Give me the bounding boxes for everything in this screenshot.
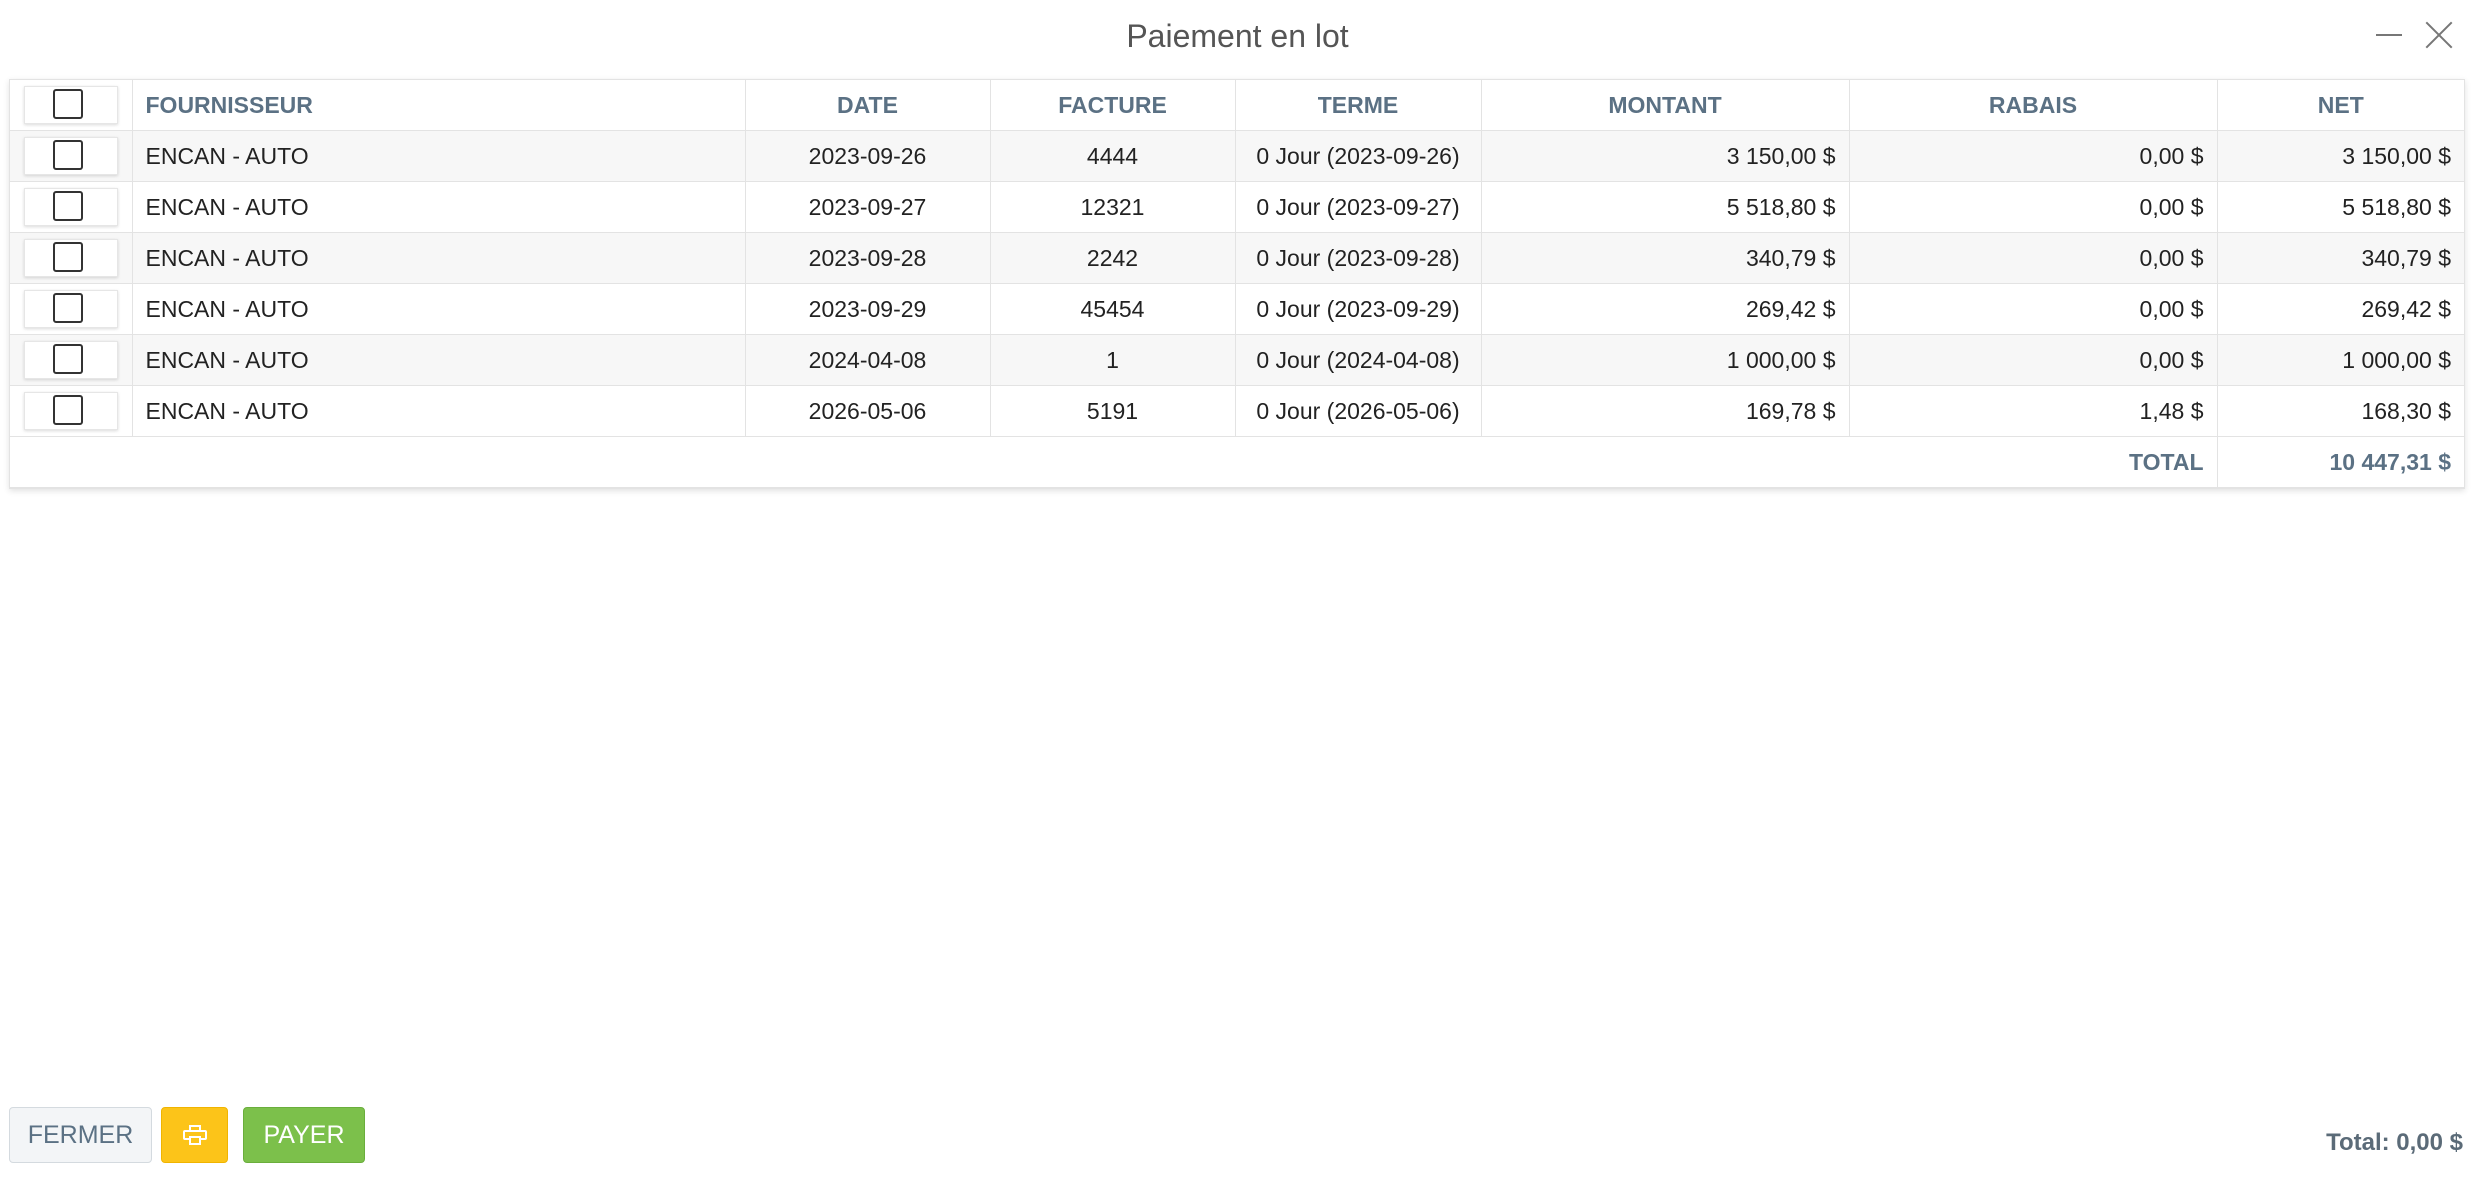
cell-supplier: ENCAN - AUTO bbox=[132, 130, 746, 182]
row-checkbox[interactable] bbox=[52, 140, 83, 170]
cell-net: 3 150,00 $ bbox=[2217, 130, 2464, 182]
cell-invoice: 45454 bbox=[990, 283, 1236, 335]
invoice-grid: FOURNISSEUR DATE FACTURE TERME MONTANT R… bbox=[9, 79, 2465, 489]
table-header-row: FOURNISSEUR DATE FACTURE TERME MONTANT R… bbox=[10, 80, 2464, 131]
cell-invoice: 5191 bbox=[990, 385, 1236, 437]
print-button[interactable] bbox=[161, 1107, 228, 1163]
total-spacer bbox=[10, 436, 1849, 488]
table-row[interactable]: ENCAN - AUTO 2023-09-29 45454 0 Jour (20… bbox=[10, 283, 2464, 335]
select-all-checkbox[interactable] bbox=[52, 89, 83, 119]
close-button[interactable]: FERMER bbox=[9, 1107, 152, 1163]
table-row[interactable]: ENCAN - AUTO 2023-09-27 12321 0 Jour (20… bbox=[10, 181, 2464, 233]
printer-icon bbox=[182, 1125, 207, 1145]
cell-date: 2023-09-28 bbox=[745, 232, 991, 284]
grand-total: Total: 0,00 $ bbox=[2326, 1129, 2463, 1156]
cell-supplier: ENCAN - AUTO bbox=[132, 334, 746, 386]
cell-amount: 169,78 $ bbox=[1481, 385, 1850, 437]
table-row[interactable]: ENCAN - AUTO 2024-04-08 1 0 Jour (2024-0… bbox=[10, 334, 2464, 386]
minimize-icon[interactable] bbox=[2376, 34, 2402, 36]
row-checkbox-holder bbox=[23, 137, 118, 175]
cell-supplier: ENCAN - AUTO bbox=[132, 283, 746, 335]
row-checkbox[interactable] bbox=[52, 242, 83, 272]
invoice-table: FOURNISSEUR DATE FACTURE TERME MONTANT R… bbox=[10, 80, 2464, 488]
row-checkbox[interactable] bbox=[52, 395, 83, 425]
cell-supplier: ENCAN - AUTO bbox=[132, 385, 746, 437]
row-select-cell bbox=[10, 385, 133, 437]
cell-invoice: 2242 bbox=[990, 232, 1236, 284]
row-select-cell bbox=[10, 232, 133, 284]
column-header-invoice[interactable]: FACTURE bbox=[990, 80, 1236, 131]
cell-term: 0 Jour (2023-09-28) bbox=[1235, 232, 1482, 284]
column-header-term[interactable]: TERME bbox=[1235, 80, 1482, 131]
cell-term: 0 Jour (2026-05-06) bbox=[1235, 385, 1482, 437]
cell-date: 2023-09-27 bbox=[745, 181, 991, 233]
cell-supplier: ENCAN - AUTO bbox=[132, 181, 746, 233]
cell-term: 0 Jour (2024-04-08) bbox=[1235, 334, 1482, 386]
cell-discount: 0,00 $ bbox=[1849, 130, 2218, 182]
row-checkbox[interactable] bbox=[52, 293, 83, 323]
select-all-checkbox-holder bbox=[23, 86, 118, 124]
row-select-cell bbox=[10, 283, 133, 335]
cell-amount: 340,79 $ bbox=[1481, 232, 1850, 284]
cell-net: 340,79 $ bbox=[2217, 232, 2464, 284]
cell-date: 2026-05-06 bbox=[745, 385, 991, 437]
close-icon[interactable] bbox=[2424, 20, 2454, 50]
table-row[interactable]: ENCAN - AUTO 2023-09-28 2242 0 Jour (202… bbox=[10, 232, 2464, 284]
row-select-cell bbox=[10, 130, 133, 182]
row-checkbox-holder bbox=[23, 392, 118, 430]
cell-discount: 0,00 $ bbox=[1849, 232, 2218, 284]
cell-amount: 3 150,00 $ bbox=[1481, 130, 1850, 182]
row-checkbox-holder bbox=[23, 239, 118, 277]
cell-date: 2023-09-29 bbox=[745, 283, 991, 335]
cell-discount: 0,00 $ bbox=[1849, 283, 2218, 335]
cell-invoice: 4444 bbox=[990, 130, 1236, 182]
cell-amount: 1 000,00 $ bbox=[1481, 334, 1850, 386]
row-checkbox-holder bbox=[23, 290, 118, 328]
cell-discount: 0,00 $ bbox=[1849, 181, 2218, 233]
row-checkbox[interactable] bbox=[52, 191, 83, 221]
row-checkbox-holder bbox=[23, 188, 118, 226]
column-header-supplier[interactable]: FOURNISSEUR bbox=[132, 80, 746, 131]
cell-amount: 269,42 $ bbox=[1481, 283, 1850, 335]
cell-amount: 5 518,80 $ bbox=[1481, 181, 1850, 233]
cell-discount: 1,48 $ bbox=[1849, 385, 2218, 437]
row-select-cell bbox=[10, 334, 133, 386]
column-header-discount[interactable]: RABAIS bbox=[1849, 80, 2218, 131]
pay-button[interactable]: PAYER bbox=[243, 1107, 365, 1163]
cell-term: 0 Jour (2023-09-29) bbox=[1235, 283, 1482, 335]
row-select-cell bbox=[10, 181, 133, 233]
cell-date: 2023-09-26 bbox=[745, 130, 991, 182]
cell-term: 0 Jour (2023-09-26) bbox=[1235, 130, 1482, 182]
total-label: TOTAL bbox=[1849, 436, 2218, 488]
cell-invoice: 12321 bbox=[990, 181, 1236, 233]
column-header-amount[interactable]: MONTANT bbox=[1481, 80, 1850, 131]
cell-discount: 0,00 $ bbox=[1849, 334, 2218, 386]
cell-date: 2024-04-08 bbox=[745, 334, 991, 386]
cell-net: 269,42 $ bbox=[2217, 283, 2464, 335]
table-row[interactable]: ENCAN - AUTO 2026-05-06 5191 0 Jour (202… bbox=[10, 385, 2464, 437]
total-value: 10 447,31 $ bbox=[2217, 436, 2464, 488]
select-all-cell bbox=[10, 80, 133, 131]
title-bar: Paiement en lot bbox=[0, 0, 2475, 76]
column-header-net[interactable]: NET bbox=[2217, 80, 2464, 131]
row-checkbox[interactable] bbox=[52, 344, 83, 374]
row-checkbox-holder bbox=[23, 341, 118, 379]
cell-invoice: 1 bbox=[990, 334, 1236, 386]
cell-net: 1 000,00 $ bbox=[2217, 334, 2464, 386]
cell-net: 168,30 $ bbox=[2217, 385, 2464, 437]
table-row[interactable]: ENCAN - AUTO 2023-09-26 4444 0 Jour (202… bbox=[10, 130, 2464, 182]
cell-supplier: ENCAN - AUTO bbox=[132, 232, 746, 284]
column-header-date[interactable]: DATE bbox=[745, 80, 991, 131]
cell-term: 0 Jour (2023-09-27) bbox=[1235, 181, 1482, 233]
cell-net: 5 518,80 $ bbox=[2217, 181, 2464, 233]
table-total-row: TOTAL 10 447,31 $ bbox=[10, 436, 2464, 488]
window-title: Paiement en lot bbox=[1126, 18, 1349, 54]
